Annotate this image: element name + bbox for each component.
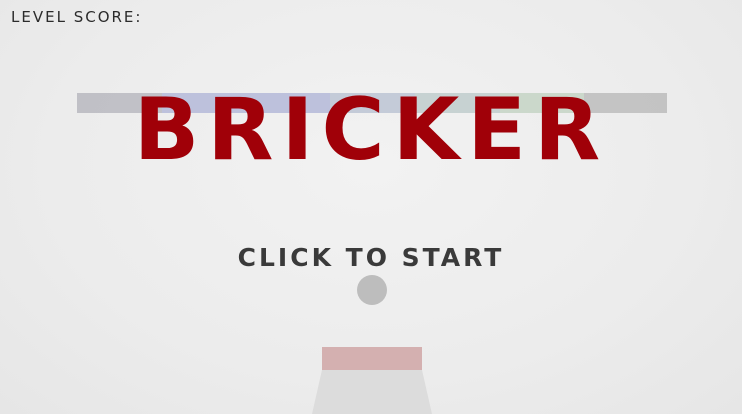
click-to-start-prompt[interactable]: CLICK TO START: [0, 243, 742, 272]
level-score-label: LEVEL SCORE:: [11, 8, 143, 26]
game-title: BRICKER: [133, 80, 609, 180]
ball: [357, 275, 387, 305]
paddle: [322, 347, 422, 370]
game-canvas[interactable]: LEVEL SCORE: BRICKER CLICK TO START: [0, 0, 742, 414]
